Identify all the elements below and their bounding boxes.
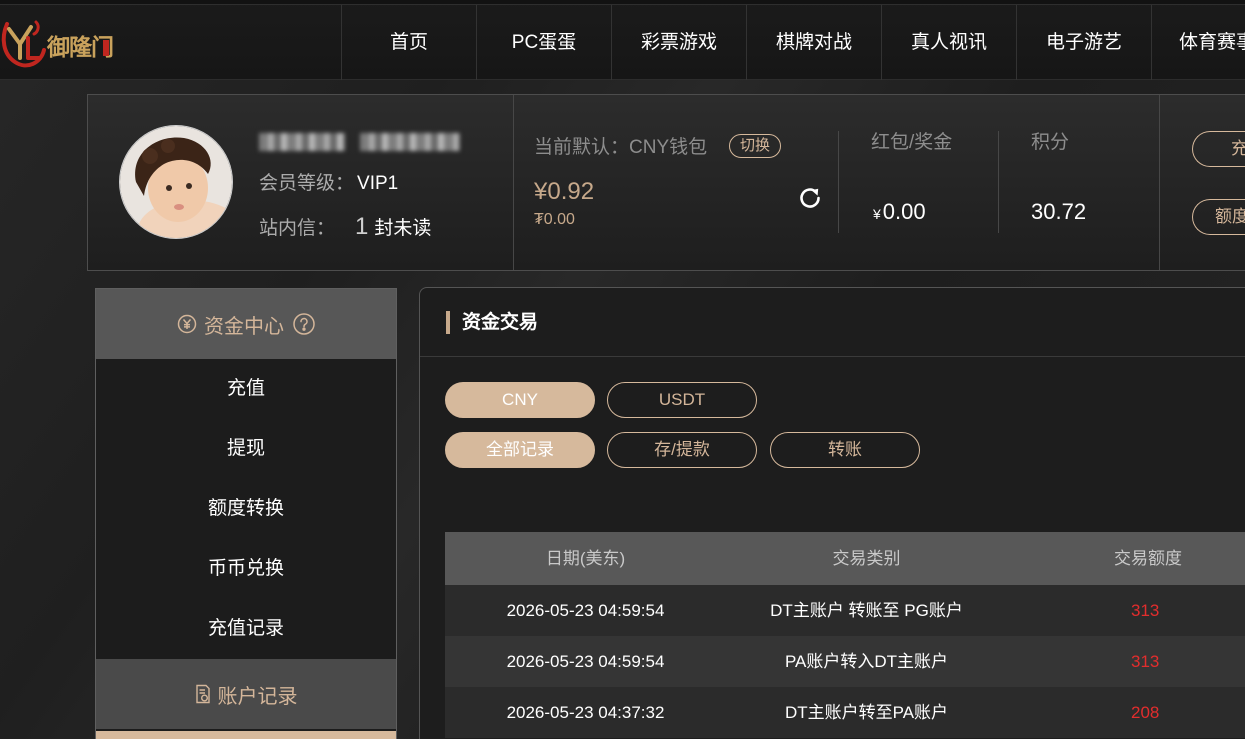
nav-lottery[interactable]: 彩票游戏 bbox=[611, 5, 746, 80]
cny-balance: ¥0.92 bbox=[534, 178, 595, 205]
tab-cny[interactable]: CNY bbox=[445, 382, 595, 418]
column-header-amount: 交易额度 bbox=[1114, 549, 1182, 568]
top-navigation-bar: 御隆门 首页 PC蛋蛋 彩票游戏 棋牌对战 真人视讯 电子游艺 体育赛事 bbox=[0, 0, 1245, 80]
table-header: 日期(美东) 交易类别 交易额度 bbox=[445, 532, 1245, 585]
page: 御隆门 首页 PC蛋蛋 彩票游戏 棋牌对战 真人视讯 电子游艺 体育赛事 bbox=[0, 0, 1245, 739]
sidebar-item-active[interactable] bbox=[96, 731, 396, 739]
logo-seal-icon bbox=[103, 40, 109, 56]
sidebar-item-withdraw[interactable]: 提现 bbox=[96, 419, 396, 479]
document-icon bbox=[195, 684, 211, 704]
panel-header: 资金交易 bbox=[420, 288, 1245, 357]
unread-suffix[interactable]: 封未读 bbox=[374, 218, 431, 239]
refresh-icon[interactable] bbox=[797, 185, 823, 211]
cell-amount: 313 bbox=[1131, 652, 1160, 671]
nav-home[interactable]: 首页 bbox=[341, 5, 476, 80]
username-blur-part bbox=[360, 133, 460, 151]
page-title: 资金交易 bbox=[462, 312, 539, 333]
divider bbox=[1159, 95, 1160, 270]
sidebar-section-title: 资金中心 bbox=[204, 315, 284, 338]
avatar-image bbox=[120, 126, 232, 238]
brand-logo[interactable]: 御隆门 bbox=[0, 12, 116, 72]
sidebar-item-deposit[interactable]: 充值 bbox=[96, 359, 396, 419]
sidebar-item-deposit-history[interactable]: 充值记录 bbox=[96, 599, 396, 659]
sidebar-item-crypto-exchange[interactable]: 币币兑换 bbox=[96, 539, 396, 599]
bonus-value: ¥0.00 bbox=[873, 199, 926, 227]
divider bbox=[838, 131, 839, 233]
help-circle-icon[interactable] bbox=[293, 313, 315, 335]
nav-sports[interactable]: 体育赛事 bbox=[1151, 5, 1245, 80]
account-summary-panel: 会员等级： VIP1 站内信： 1 封未读 当前默认：CNY钱包 切换 ¥0.92 ₮… bbox=[87, 94, 1245, 271]
cell-type: DT主账户 转账至 PG账户 bbox=[770, 601, 963, 620]
inbox-row[interactable]: 站内信： 1 封未读 bbox=[259, 214, 431, 240]
table-row[interactable]: 2026-05-23 04:59:54 PA账户转入DT主账户 313 bbox=[445, 636, 1245, 687]
transfer-button[interactable]: 额度 bbox=[1192, 199, 1245, 235]
default-wallet-label: 当前默认：CNY钱包 bbox=[534, 137, 708, 158]
points-label: 积分 bbox=[1031, 132, 1070, 153]
sidebar-section-account-records[interactable]: 账户记录 bbox=[96, 659, 396, 729]
tab-deposit-withdraw[interactable]: 存/提款 bbox=[607, 432, 757, 468]
logo-emblem-icon bbox=[1, 20, 46, 68]
member-level-row: 会员等级： VIP1 bbox=[259, 171, 398, 197]
username-masked bbox=[259, 131, 460, 153]
cell-type: PA账户转入DT主账户 bbox=[784, 652, 949, 671]
nav-card-games[interactable]: 棋牌对战 bbox=[746, 5, 881, 80]
title-accent-bar bbox=[446, 311, 450, 334]
points-value: 30.72 bbox=[1031, 199, 1087, 224]
cell-type: DT主账户转至PA账户 bbox=[784, 703, 949, 722]
avatar[interactable] bbox=[120, 126, 232, 238]
switch-wallet-button[interactable]: 切换 bbox=[729, 134, 781, 158]
member-level-value: VIP1 bbox=[357, 173, 399, 194]
member-level-label: 会员等级： bbox=[259, 173, 355, 194]
divider bbox=[998, 131, 999, 233]
cell-amount: 208 bbox=[1131, 703, 1160, 722]
transactions-table: 日期(美东) 交易类别 交易额度 2026-05-23 04:59:54 DT主… bbox=[445, 532, 1245, 738]
divider bbox=[513, 95, 514, 270]
cell-date: 2026-05-23 04:59:54 bbox=[506, 652, 665, 671]
sidebar-section-title: 账户记录 bbox=[217, 685, 298, 708]
column-header-type: 交易类别 bbox=[832, 549, 901, 568]
nav-pc-dandan[interactable]: PC蛋蛋 bbox=[476, 5, 611, 80]
nav-live-casino[interactable]: 真人视讯 bbox=[881, 5, 1016, 80]
cell-amount: 313 bbox=[1131, 601, 1160, 620]
cell-date: 2026-05-23 04:59:54 bbox=[506, 601, 665, 620]
column-header-date: 日期(美东) bbox=[545, 549, 626, 568]
username-blur-part bbox=[259, 133, 345, 151]
cell-date: 2026-05-23 04:37:32 bbox=[506, 703, 665, 722]
tab-usdt[interactable]: USDT bbox=[607, 382, 757, 418]
bonus-currency: ¥ bbox=[873, 206, 881, 222]
bonus-label: 红包/奖金 bbox=[871, 132, 953, 153]
table-row[interactable]: 2026-05-23 04:37:32 DT主账户转至PA账户 208 bbox=[445, 687, 1245, 738]
sidebar-section-funds[interactable]: 资金中心 bbox=[96, 289, 396, 359]
usdt-balance: ₮0.00 bbox=[534, 211, 575, 228]
table-row[interactable]: 2026-05-23 04:59:54 DT主账户 转账至 PG账户 313 bbox=[445, 585, 1245, 636]
inbox-label: 站内信： bbox=[259, 218, 336, 239]
tab-all-records[interactable]: 全部记录 bbox=[445, 432, 595, 468]
unread-count[interactable]: 1 bbox=[355, 213, 368, 240]
tab-transfer[interactable]: 转账 bbox=[770, 432, 920, 468]
nav-slots[interactable]: 电子游艺 bbox=[1016, 5, 1151, 80]
sidebar: 资金中心 充值 提现 额度转换 币币兑换 充值记录 账户记录 bbox=[95, 288, 397, 739]
sidebar-item-transfer[interactable]: 额度转换 bbox=[96, 479, 396, 539]
transactions-panel: 资金交易 CNY USDT 全部记录 存/提款 转账 日期(美东) 交易类别 交… bbox=[419, 287, 1245, 739]
recharge-button[interactable]: 充 bbox=[1192, 131, 1245, 167]
yen-circle-icon bbox=[177, 314, 197, 334]
bonus-amount: 0.00 bbox=[882, 199, 926, 224]
